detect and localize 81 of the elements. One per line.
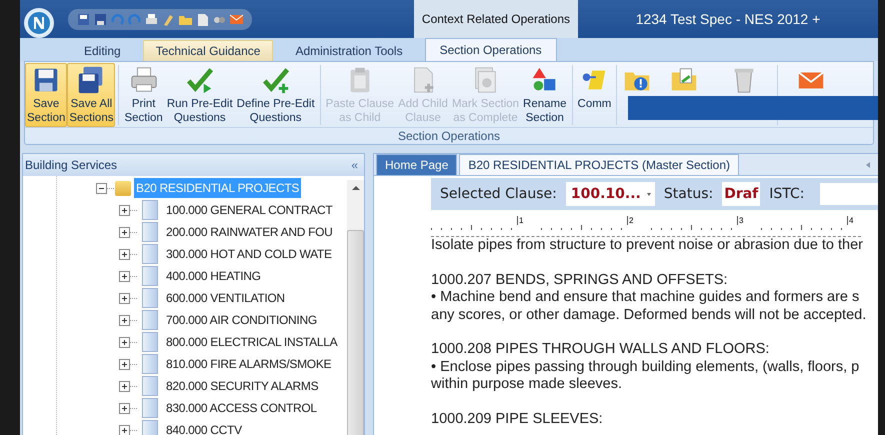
ribbon-tab[interactable]: Section Operations [424,38,557,61]
istc-field[interactable] [820,183,878,205]
sidebar-title: Building Services [25,158,118,172]
scroll-up-arrow-icon[interactable] [352,186,360,190]
ruler-number: 4 [847,216,854,225]
page-icon [142,222,158,242]
tree-item[interactable]: 820.000 SECURITY ALARMS [166,379,318,393]
istc-label: ISTC: [769,186,805,202]
page-icon [142,288,158,308]
collapse-box-icon[interactable] [96,182,107,194]
context-tab-title: Context Related Operations [414,0,578,38]
scroll-thumb[interactable] [347,230,364,435]
page-icon [142,266,158,286]
collapse-button[interactable]: « [351,158,358,172]
document-tab[interactable]: B20 RESIDENTIAL PROJECTS (Master Section) [459,154,740,175]
clause-dropdown[interactable]: 100.10... [566,182,655,206]
expand-box-icon[interactable] [119,248,130,260]
page-icon [142,398,158,418]
ribbon-tab[interactable]: Administration Tools [283,41,415,61]
scrollbar[interactable] [347,180,364,435]
tree-item[interactable]: 400.000 HEATING [166,269,261,283]
tree-item[interactable]: 600.000 VENTILATION [166,291,285,305]
ribbon-tab[interactable]: Editing [72,41,133,61]
folder-icon [115,180,131,196]
expand-box-icon[interactable] [119,270,130,282]
ribbon-button[interactable]: Define Pre-Edit Questions [234,63,317,128]
ribbon-button[interactable]: Save Section [25,63,68,128]
expand-box-icon[interactable] [119,226,130,238]
page-icon [142,200,158,220]
window-title: 1234 Test Spec - NES 2012 + [634,11,822,27]
status-value: Draf [722,182,760,206]
tree-item[interactable]: 830.000 ACCESS CONTROL [166,401,317,415]
ribbon-group-label: Section Operations [25,127,873,144]
ribbon-tab[interactable]: Technical Guidance [142,40,274,61]
status-label: Status: [664,186,714,202]
tree-item[interactable]: 840.000 CCTV [166,423,242,435]
ribbon-button[interactable]: Comm [576,63,614,128]
app-menu-button[interactable] [24,8,54,38]
page-icon [142,244,158,264]
document-text: 1000.209 PIPE SLEEVES: [431,410,604,428]
document-text: Isolate pipes from structure to prevent noise or abrasion due to ther [431,237,864,254]
page-icon [142,310,158,330]
printer-icon[interactable] [144,12,159,26]
document-text: 1000.207 BENDS, SPRINGS AND OFFSETS: [431,272,729,289]
page-icon[interactable] [195,12,210,26]
clause-label: Selected Clause: [440,186,557,202]
document-tab[interactable]: Home Page [376,154,458,175]
envelope-icon[interactable] [229,12,244,26]
document-text: • Enclose pipes passing through building elements, (walls, floors, p [431,358,860,376]
caret-icon [646,192,651,196]
document-text: 1000.208 PIPES THROUGH WALLS AND FLOORS: [431,341,770,358]
tree-item[interactable]: 700.000 AIR CONDITIONING [166,313,317,327]
expand-box-icon[interactable] [119,358,130,370]
page-icon [142,354,158,374]
ruler-number: 3 [737,216,744,225]
document-text: any scores, or other damage. Deformed bends will not be accepted. [431,306,868,324]
ruler-number: 2 [627,216,634,225]
save-icon[interactable] [76,12,91,26]
expand-box-icon[interactable] [119,204,130,216]
expand-box-icon[interactable] [119,424,130,435]
expand-box-icon[interactable] [119,402,130,414]
app-logo-icon [26,10,52,36]
tree-item[interactable]: 800.000 ELECTRICAL INSTALLA [166,335,338,349]
save-all-icon[interactable] [93,12,108,26]
expand-box-icon[interactable] [119,380,130,392]
expand-box-icon[interactable] [119,292,130,304]
ribbon-button[interactable]: Rename Section [521,63,569,128]
ribbon-button[interactable]: Save All Sections [67,63,116,128]
tree-item[interactable]: 810.000 FIRE ALARMS/SMOKE [166,357,332,371]
tree-item[interactable]: 300.000 HOT AND COLD WATE [166,247,332,261]
ribbon-button[interactable]: Print Section [122,63,165,128]
page-icon [142,376,158,396]
document-text: within purpose made sleeves. [431,376,624,394]
expand-box-icon[interactable] [119,336,130,348]
expand-box-icon[interactable] [119,314,130,326]
document-text: • Machine bend and ensure that machine guides and formers are s [431,289,860,306]
ribbon-button[interactable]: Run Pre-Edit Questions [164,63,235,128]
tree-item[interactable]: 200.000 RAINWATER AND FOU [166,225,333,239]
ruler-number: 1 [517,216,524,225]
tree-item[interactable]: 100.000 GENERAL CONTRACT [166,203,332,217]
page-icon [142,332,158,352]
